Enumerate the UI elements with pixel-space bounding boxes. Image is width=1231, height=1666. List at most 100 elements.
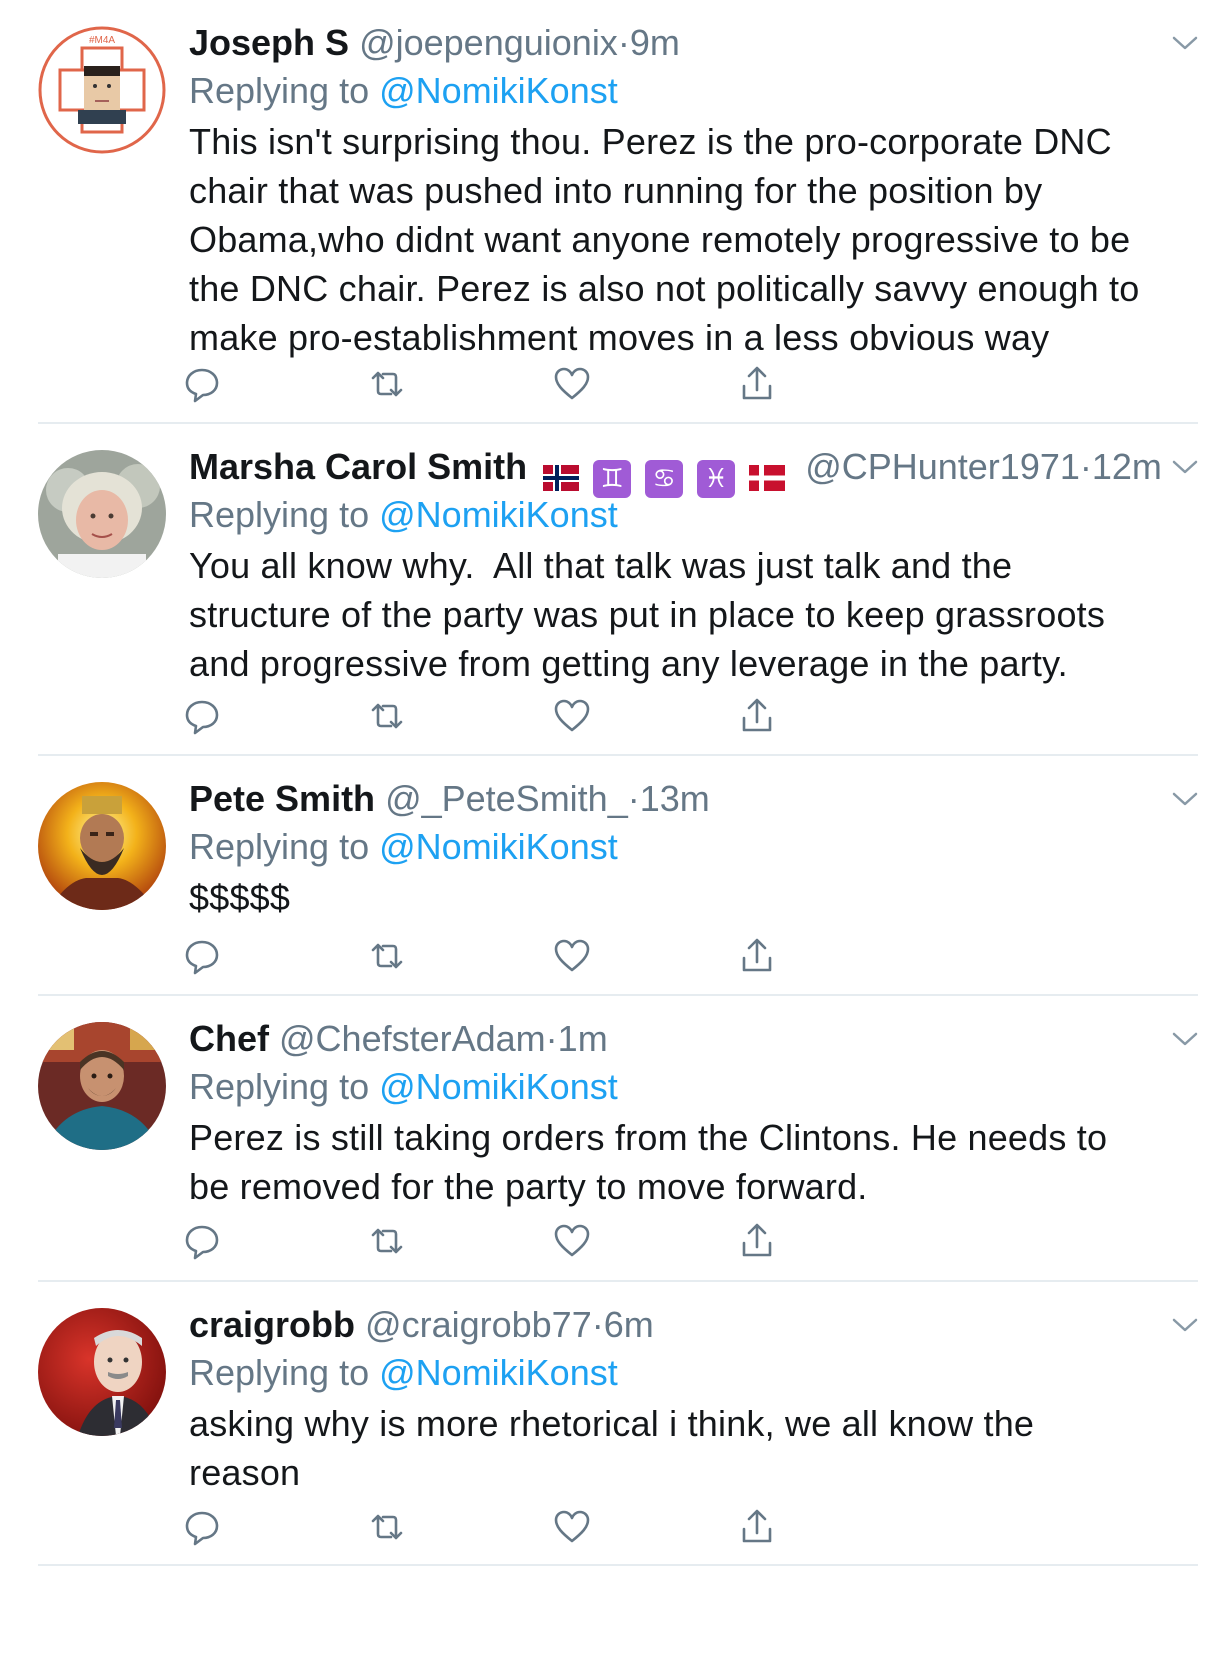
like-icon[interactable]: [550, 1219, 594, 1263]
avatar[interactable]: [38, 782, 166, 910]
display-name[interactable]: Joseph S: [189, 22, 349, 63]
tweet-actions: [0, 1219, 1231, 1263]
retweet-icon[interactable]: [365, 934, 409, 978]
timestamp[interactable]: 1m: [558, 1018, 608, 1059]
tweet-text: asking why is more rhetorical i think, w…: [189, 1399, 1189, 1497]
denmark-flag-icon: [749, 454, 786, 504]
like-icon[interactable]: [550, 1505, 594, 1549]
pisces-sign-icon: ♓: [697, 459, 736, 498]
mention-link[interactable]: @NomikiKonst: [379, 70, 618, 111]
reply-icon[interactable]: [180, 1219, 224, 1263]
display-name[interactable]: Pete Smith: [189, 778, 375, 819]
share-icon[interactable]: [735, 1219, 779, 1263]
tweet-actions: [0, 694, 1231, 738]
user-handle[interactable]: @CPHunter1971: [805, 446, 1080, 487]
replying-label: Replying to: [189, 1352, 370, 1393]
tweet-line: $$$$$: [189, 877, 291, 918]
separator-dot: ·: [545, 1018, 558, 1059]
chevron-down-icon[interactable]: [1170, 784, 1200, 814]
share-icon[interactable]: [735, 1505, 779, 1549]
tweet-header: Marsha Carol Smith ♊ ♋ ♓ @CPHunter1971·1…: [189, 442, 1162, 498]
tweet-text: You all know why. All that talk was just…: [189, 541, 1189, 688]
tweet-text: $$$$$: [189, 873, 1189, 922]
tweet-line: reason: [189, 1452, 301, 1493]
tweet-text: Perez is still taking orders from the Cl…: [189, 1113, 1189, 1211]
user-handle[interactable]: @joepenguionix: [359, 22, 618, 63]
replying-label: Replying to: [189, 494, 370, 535]
replying-to: Replying to @NomikiKonst: [189, 490, 618, 540]
mention-link[interactable]: @NomikiKonst: [379, 494, 618, 535]
user-handle[interactable]: @ChefsterAdam: [279, 1018, 546, 1059]
cancer-sign-icon: ♋: [645, 459, 684, 498]
tweet-line: and progressive from getting any leverag…: [189, 643, 1068, 684]
replying-to: Replying to @NomikiKonst: [189, 66, 618, 116]
tweet-header: Chef @ChefsterAdam·1m: [189, 1014, 608, 1064]
mention-link[interactable]: @NomikiKonst: [379, 1352, 618, 1393]
avatar[interactable]: [38, 1308, 166, 1436]
tweet-header: craigrobb @craigrobb77·6m: [189, 1300, 654, 1350]
avatar[interactable]: #M4A: [38, 26, 166, 154]
display-name[interactable]: Chef: [189, 1018, 269, 1059]
retweet-icon[interactable]: [365, 694, 409, 738]
avatar[interactable]: [38, 450, 166, 578]
timestamp[interactable]: 6m: [604, 1304, 654, 1345]
tweet-line: This isn't surprising thou. Perez is the…: [189, 121, 1112, 162]
name-emojis: ♊ ♋ ♓: [543, 451, 789, 498]
tweet-actions: [0, 1505, 1231, 1549]
chevron-down-icon[interactable]: [1170, 1310, 1200, 1340]
reply-icon[interactable]: [180, 934, 224, 978]
separator-dot: ·: [591, 1304, 604, 1345]
divider: [38, 422, 1198, 424]
tweet-actions: [0, 362, 1231, 406]
divider: [38, 754, 1198, 756]
tweet-line: structure of the party was put in place …: [189, 594, 1106, 635]
replying-to: Replying to @NomikiKonst: [189, 1348, 618, 1398]
retweet-icon[interactable]: [365, 362, 409, 406]
reply-icon[interactable]: [180, 362, 224, 406]
timestamp[interactable]: 9m: [630, 22, 680, 63]
like-icon[interactable]: [550, 362, 594, 406]
replying-label: Replying to: [189, 70, 370, 111]
tweet-line: Obama,who didnt want anyone remotely pro…: [189, 219, 1131, 260]
user-handle[interactable]: @craigrobb77: [365, 1304, 592, 1345]
replying-label: Replying to: [189, 826, 370, 867]
timestamp[interactable]: 12m: [1092, 446, 1162, 487]
tweet-actions: [0, 934, 1231, 978]
display-name[interactable]: craigrobb: [189, 1304, 355, 1345]
replying-to: Replying to @NomikiKonst: [189, 1062, 618, 1112]
share-icon[interactable]: [735, 694, 779, 738]
divider: [38, 1280, 1198, 1282]
tweet-header: Joseph S @joepenguionix·9m: [189, 18, 680, 68]
retweet-icon[interactable]: [365, 1219, 409, 1263]
share-icon[interactable]: [735, 362, 779, 406]
display-name[interactable]: Marsha Carol Smith: [189, 446, 527, 487]
separator-dot: ·: [1079, 446, 1092, 487]
chevron-down-icon[interactable]: [1170, 452, 1200, 482]
avatar-badge: #M4A: [89, 35, 115, 46]
tweet-line: You all know why. All that talk was just…: [189, 545, 1013, 586]
avatar[interactable]: [38, 1022, 166, 1150]
tweet-text: This isn't surprising thou. Perez is the…: [189, 117, 1189, 362]
tweet-header: Pete Smith @_PeteSmith_·13m: [189, 774, 710, 824]
retweet-icon[interactable]: [365, 1505, 409, 1549]
reply-icon[interactable]: [180, 694, 224, 738]
tweet-line: make pro-establishment moves in a less o…: [189, 317, 1050, 358]
timestamp[interactable]: 13m: [640, 778, 710, 819]
tweet-line: asking why is more rhetorical i think, w…: [189, 1403, 1035, 1444]
tweet-line: the DNC chair. Perez is also not politic…: [189, 268, 1140, 309]
mention-link[interactable]: @NomikiKonst: [379, 1066, 618, 1107]
separator-dot: ·: [627, 778, 640, 819]
share-icon[interactable]: [735, 934, 779, 978]
mention-link[interactable]: @NomikiKonst: [379, 826, 618, 867]
separator-dot: ·: [617, 22, 630, 63]
user-handle[interactable]: @_PeteSmith_: [385, 778, 628, 819]
reply-icon[interactable]: [180, 1505, 224, 1549]
chevron-down-icon[interactable]: [1170, 1024, 1200, 1054]
like-icon[interactable]: [550, 934, 594, 978]
like-icon[interactable]: [550, 694, 594, 738]
replying-label: Replying to: [189, 1066, 370, 1107]
divider: [38, 1564, 1198, 1566]
tweet-line: be removed for the party to move forward…: [189, 1166, 868, 1207]
chevron-down-icon[interactable]: [1170, 28, 1200, 58]
tweet-line: Perez is still taking orders from the Cl…: [189, 1117, 1108, 1158]
